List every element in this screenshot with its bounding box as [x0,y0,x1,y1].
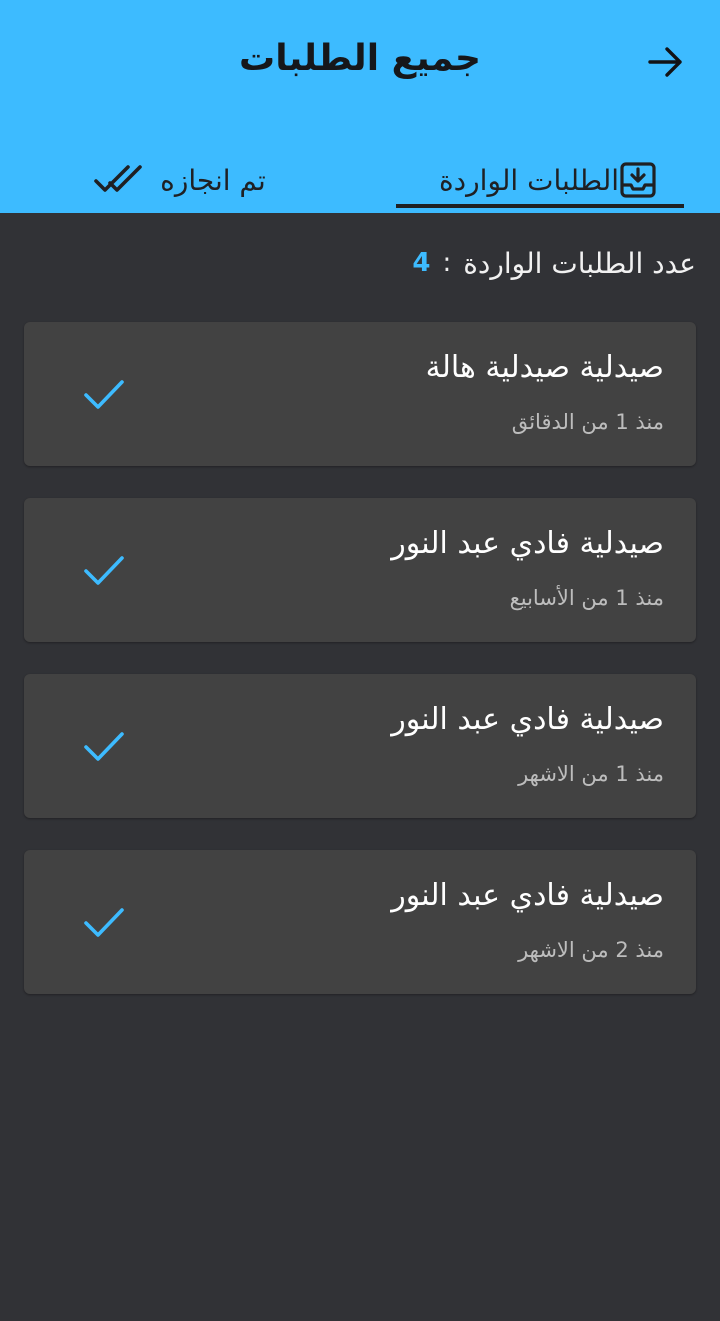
orders-count-row: عدد الطلبات الواردة : 4 [412,238,696,288]
order-card[interactable]: صيدلية فادي عبد النور منذ 1 من الأسابيع [24,498,696,642]
orders-count-label: عدد الطلبات الواردة [463,246,696,280]
tab-incoming-orders[interactable]: الطلبات الواردة [396,150,684,210]
tab-incoming-label: الطلبات الواردة [439,163,620,197]
orders-count-separator: : [442,248,452,278]
app-header: جميع الطلبات الطلبات الواردة تم انجازه [0,0,720,213]
active-tab-indicator [396,204,684,208]
app-root: جميع الطلبات الطلبات الواردة تم انجازه ع… [0,0,720,1321]
order-pharmacy-name: صيدلية فادي عبد النور [391,526,664,561]
order-time: منذ 1 من الأسابيع [509,586,664,610]
order-time: منذ 1 من الدقائق [511,410,664,434]
order-pharmacy-name: صيدلية فادي عبد النور [391,702,664,737]
inbox-download-icon [620,162,656,198]
tab-completed-label: تم انجازه [160,163,266,197]
orders-list: صيدلية صيدلية هالة منذ 1 من الدقائق صيدل… [24,322,696,1026]
order-card[interactable]: صيدلية صيدلية هالة منذ 1 من الدقائق [24,322,696,466]
tab-completed-orders[interactable]: تم انجازه [36,150,324,210]
order-card[interactable]: صيدلية فادي عبد النور منذ 2 من الاشهر [24,850,696,994]
accept-check-icon[interactable] [82,726,126,766]
accept-check-icon[interactable] [82,902,126,942]
accept-check-icon[interactable] [82,550,126,590]
accept-check-icon[interactable] [82,374,126,414]
tab-bar: الطلبات الواردة تم انجازه [0,150,720,213]
order-time: منذ 1 من الاشهر [518,762,664,786]
back-button[interactable] [646,42,686,82]
order-pharmacy-name: صيدلية صيدلية هالة [425,350,664,385]
arrow-right-icon [648,47,682,77]
double-check-icon [94,165,142,192]
orders-count-value: 4 [412,248,431,278]
order-time: منذ 2 من الاشهر [518,938,664,962]
page-title: جميع الطلبات [239,38,481,79]
order-pharmacy-name: صيدلية فادي عبد النور [391,878,664,913]
order-card[interactable]: صيدلية فادي عبد النور منذ 1 من الاشهر [24,674,696,818]
